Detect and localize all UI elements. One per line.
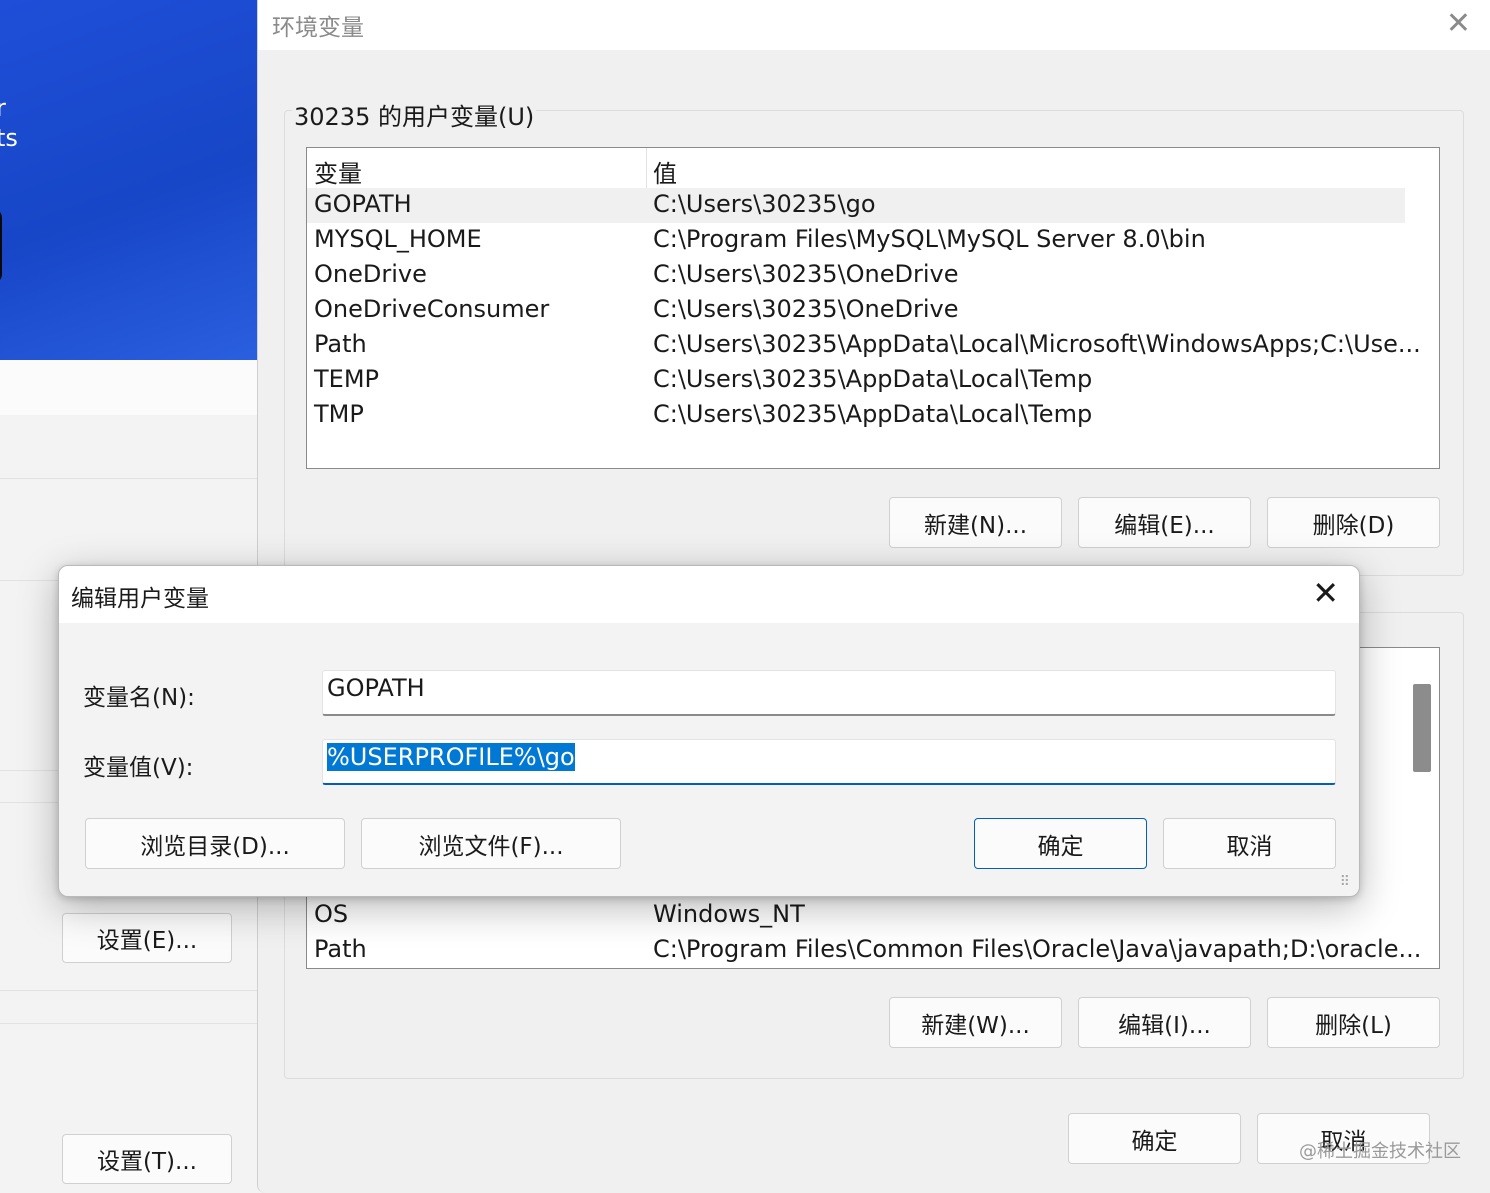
column-header-name[interactable]: 变量 — [314, 154, 362, 189]
variable-name: OneDriveConsumer — [314, 295, 550, 323]
settings-t-button[interactable]: 设置(T)... — [62, 1134, 232, 1184]
browse-directory-button[interactable]: 浏览目录(D)... — [85, 818, 345, 869]
ok-button[interactable]: 确定 — [1068, 1113, 1241, 1164]
window-title: 环境变量 — [272, 15, 364, 41]
variable-value: Windows_NT — [653, 900, 805, 928]
table-row[interactable]: OneDriveConsumer C:\Users\30235\OneDrive — [307, 293, 1405, 328]
divider — [0, 990, 258, 991]
scrollbar-thumb[interactable] — [1413, 684, 1431, 772]
close-icon[interactable]: ✕ — [1446, 6, 1471, 41]
variable-value: C:\Users\30235\go — [653, 190, 876, 218]
divider — [0, 478, 258, 479]
dialog-cancel-button[interactable]: 取消 — [1163, 818, 1336, 869]
variable-value-text: %USERPROFILE%\go — [327, 743, 575, 771]
user-variables-label: 30235 的用户变量(U) — [292, 97, 537, 132]
dialog-title-bar: 编辑用户变量 ✕ — [59, 566, 1359, 623]
system-new-button[interactable]: 新建(W)... — [889, 997, 1062, 1048]
table-row[interactable]: GOPATH C:\Users\30235\go — [307, 188, 1405, 223]
table-row[interactable]: TMP C:\Users\30235\AppData\Local\Temp — [307, 398, 1405, 433]
system-edit-button[interactable]: 编辑(I)... — [1078, 997, 1251, 1048]
variable-value: C:\Program Files\MySQL\MySQL Server 8.0\… — [653, 225, 1206, 253]
system-delete-button[interactable]: 删除(L) — [1267, 997, 1440, 1048]
variable-name: OneDrive — [314, 260, 427, 288]
variable-name-label: 变量名(N): — [83, 685, 195, 711]
list-header: 变量 值 — [307, 148, 1405, 188]
variable-name-text: GOPATH — [327, 674, 425, 702]
divider — [0, 1023, 258, 1024]
table-row[interactable]: Path C:\Program Files\Common Files\Oracl… — [307, 933, 1421, 968]
watermark: @稀土掘金技术社区 — [1299, 1141, 1461, 1162]
title-bar: 环境变量 ✕ — [258, 0, 1490, 50]
variable-value-input[interactable]: %USERPROFILE%\go — [322, 739, 1336, 785]
variable-value: C:\Users\30235\OneDrive — [653, 295, 959, 323]
table-row[interactable]: OS Windows_NT — [307, 898, 1405, 933]
bg-strip — [0, 360, 258, 415]
variable-value: C:\Program Files\Common Files\Oracle\Jav… — [653, 935, 1422, 963]
wallpaper-preview: r ts — [0, 0, 258, 360]
settings-e-button[interactable]: 设置(E)... — [62, 913, 232, 963]
wallpaper-text-2: ts — [0, 124, 18, 152]
variable-name: Path — [314, 935, 367, 963]
table-row[interactable]: TEMP C:\Users\30235\AppData\Local\Temp — [307, 363, 1405, 398]
variable-name-input[interactable]: GOPATH — [322, 670, 1336, 716]
variable-value: C:\Users\30235\AppData\Local\Temp — [653, 365, 1093, 393]
variable-value: C:\Users\30235\AppData\Local\Temp — [653, 400, 1093, 428]
variable-value: C:\Users\30235\OneDrive — [653, 260, 959, 288]
edit-user-variable-dialog: 编辑用户变量 ✕ 变量名(N): GOPATH 变量值(V): %USERPRO… — [58, 565, 1360, 897]
wallpaper-shape — [0, 208, 2, 284]
table-row[interactable]: Path C:\Users\30235\AppData\Local\Micros… — [307, 328, 1421, 363]
wallpaper-text-1: r — [0, 94, 6, 122]
resize-grip-icon[interactable]: ⠿ — [1340, 874, 1351, 890]
column-separator — [646, 148, 647, 188]
variable-name: GOPATH — [314, 190, 412, 218]
variable-name: Path — [314, 330, 367, 358]
browse-file-button[interactable]: 浏览文件(F)... — [361, 818, 621, 869]
variable-value: C:\Users\30235\AppData\Local\Microsoft\W… — [653, 330, 1421, 358]
dialog-ok-button[interactable]: 确定 — [974, 818, 1147, 869]
variable-name: TMP — [314, 400, 364, 428]
column-header-value[interactable]: 值 — [653, 154, 677, 189]
user-variables-list[interactable]: 变量 值 GOPATH C:\Users\30235\go MYSQL_HOME… — [306, 147, 1440, 469]
variable-name: OS — [314, 900, 349, 928]
variable-name: MYSQL_HOME — [314, 225, 482, 253]
user-edit-button[interactable]: 编辑(E)... — [1078, 497, 1251, 548]
variable-name: TEMP — [314, 365, 380, 393]
close-icon[interactable]: ✕ — [1312, 574, 1339, 612]
user-delete-button[interactable]: 删除(D) — [1267, 497, 1440, 548]
dialog-title: 编辑用户变量 — [71, 586, 209, 612]
table-row[interactable]: MYSQL_HOME C:\Program Files\MySQL\MySQL … — [307, 223, 1405, 258]
user-new-button[interactable]: 新建(N)... — [889, 497, 1062, 548]
variable-value-label: 变量值(V): — [83, 755, 194, 781]
table-row[interactable]: OneDrive C:\Users\30235\OneDrive — [307, 258, 1405, 293]
